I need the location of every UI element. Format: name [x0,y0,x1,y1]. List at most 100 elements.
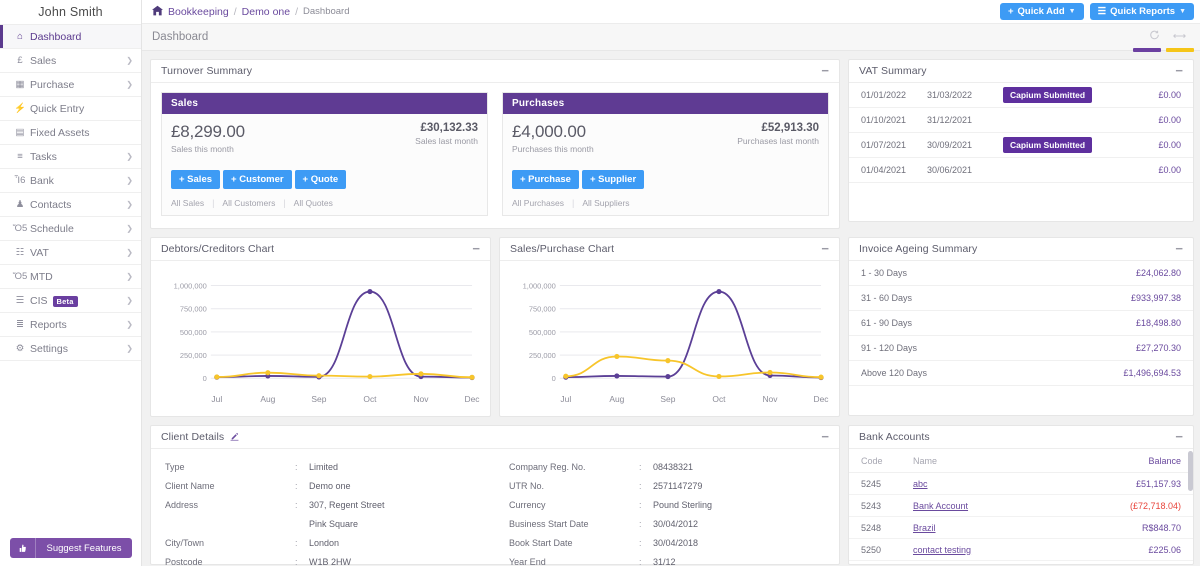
vat-row[interactable]: 01/10/2021 31/12/2021 £0.00 [849,108,1193,133]
bank-account-row[interactable]: 5245 abc £51,157.93 [849,473,1193,495]
chart-data-point[interactable] [214,374,220,380]
suggest-features-button[interactable]: Suggest Features [10,538,132,558]
plus-icon: + [1007,6,1014,17]
sidebar-item-bank[interactable]: Ἶ6 Bank ❯ [0,169,141,193]
sidebar-item-fixed-assets[interactable]: ▤ Fixed Assets [0,121,141,145]
chart-data-point[interactable] [665,358,671,364]
client-detail-colon: : [295,461,298,472]
edit-icon[interactable] [230,432,239,443]
x-axis-tick-label: Aug [609,394,624,404]
chart-data-point[interactable] [614,353,620,360]
sales-figures: £8,299.00 Sales this month £30,132.33 Sa… [171,122,478,154]
quick-reports-button[interactable]: ☰ Quick Reports ▼ [1089,3,1194,20]
collapse-icon[interactable]: − [821,64,829,77]
purchase-link-1[interactable]: All Suppliers [582,198,629,208]
invoice-ageing-row[interactable]: 61 - 90 Days £18,498.80 [849,311,1193,336]
top-bar: Bookkeeping / Demo one / Dashboard + Qui… [142,0,1200,24]
sidebar-item-dashboard[interactable]: ⌂ Dashboard [0,25,141,49]
bank-accounts-scrollbar[interactable] [1188,451,1193,491]
chart-data-point[interactable] [367,288,373,295]
refresh-icon[interactable] [1149,30,1160,44]
invoice-ageing-row[interactable]: Above 120 Days £1,496,694.53 [849,361,1193,386]
chart-data-point[interactable] [665,374,671,380]
bank-account-row[interactable]: 5250 contact testing £225.06 [849,539,1193,561]
sales-quote-button[interactable]: + Quote [294,170,347,189]
sidebar-item-sales[interactable]: £ Sales ❯ [0,49,141,73]
bank-account-row[interactable]: 5248 Brazil R$848.70 [849,517,1193,539]
chart-data-point[interactable] [614,373,620,379]
bank-account-code: 5245 [861,478,882,489]
collapse-icon[interactable]: − [1175,430,1183,443]
sidebar-item-quick-entry[interactable]: ⚡ Quick Entry [0,97,141,121]
chart-data-point[interactable] [716,288,722,295]
chart-data-point[interactable] [418,371,424,377]
bank-account-link[interactable]: abc [913,479,928,489]
collapse-icon[interactable]: − [821,430,829,443]
sidebar-item-schedule[interactable]: Ὄ5 Schedule ❯ [0,217,141,241]
suggest-features-label: Suggest Features [46,542,122,554]
vat-amount: £0.00 [1158,165,1181,175]
purchases-quick-links: All Purchases | All Suppliers [512,198,819,208]
quick-add-button[interactable]: + Quick Add ▼ [999,3,1084,20]
bank-account-name: abc [913,479,1136,489]
chart-data-point[interactable] [265,370,271,376]
dashboard-row-3: Client Details − Type: Limited Client Name… [150,425,1194,566]
vat-row[interactable]: 01/01/2022 31/03/2022 Capium Submitted £0.0… [849,83,1193,108]
chart-data-point[interactable] [818,374,824,380]
client-detail-colon: : [639,518,642,529]
sidebar-item-label: Purchase [30,78,75,91]
collapse-icon[interactable]: − [1175,242,1183,255]
chart-data-point[interactable] [367,374,373,380]
sales-link-1[interactable]: All Customers [222,198,275,208]
sidebar-item-vat[interactable]: ☷ VAT ❯ [0,241,141,265]
sales-customer-button[interactable]: + Customer [223,170,292,189]
invoice-ageing-card: Invoice Ageing Summary − 1 - 30 Days £24,… [848,237,1194,416]
chart-data-point[interactable] [716,373,722,379]
sidebar-item-settings[interactable]: ⚙ Settings ❯ [0,337,141,361]
invoice-ageing-row[interactable]: 31 - 60 Days £933,997.38 [849,286,1193,311]
collapse-icon[interactable]: − [821,242,829,255]
sales-sales-button[interactable]: + Sales [171,170,221,189]
invoice-ageing-row[interactable]: 1 - 30 Days £24,062.80 [849,261,1193,286]
sidebar-item-contacts[interactable]: ♟ Contacts ❯ [0,193,141,217]
bank-account-link[interactable]: Bank Account [913,501,968,511]
sidebar-item-purchase[interactable]: ▦ Purchase ❯ [0,73,141,97]
invoice-ageing-row[interactable]: 91 - 120 Days £27,270.30 [849,336,1193,361]
vat-row[interactable]: 01/04/2021 30/06/2021 £0.00 [849,158,1193,183]
purchase-link-0[interactable]: All Purchases [512,198,564,208]
turnover-summary-title: Turnover Summary [161,65,253,77]
sidebar-item-tasks[interactable]: ≡ Tasks ❯ [0,145,141,169]
breadcrumb-root[interactable]: Bookkeeping [168,6,229,18]
sales-link-0[interactable]: All Sales [171,198,204,208]
sidebar-item-reports[interactable]: ≣ Reports ❯ [0,313,141,337]
collapse-icon[interactable]: − [472,242,480,255]
bank-account-row[interactable]: 5243 Bank Account (£72,718.04) [849,495,1193,517]
chart-data-point[interactable] [767,369,773,376]
bank-account-link[interactable]: Brazil [913,523,936,533]
client-details-right-column: Company Reg. No.:08438321 UTR No.:2571147… [495,457,839,566]
chevron-right-icon: ❯ [126,176,133,185]
breadcrumb-client[interactable]: Demo one [242,6,290,18]
purchase-purchase-button[interactable]: + Purchase [512,170,579,189]
collapse-icon[interactable]: − [1175,64,1183,77]
bank-account-balance: (£72,718.04) [1129,500,1181,511]
sales-link-2[interactable]: All Quotes [294,198,333,208]
purchase-supplier-button[interactable]: + Supplier [581,170,645,189]
sidebar-item-mtd[interactable]: Ὄ5 MTD ❯ [0,265,141,289]
purchases-this-month-amount: £4,000.00 [512,122,586,141]
debtors-creditors-chart: 0 250,000 500,000 750,000 1,000,000 Jul Aug Sep… [174,282,480,405]
client-detail-colon: : [639,537,642,548]
breadcrumb-separator: / [233,5,237,18]
topbar-actions: + Quick Add ▼ ☰ Quick Reports ▼ [999,3,1194,20]
purchases-action-buttons: + Purchase + Supplier [512,170,819,189]
sidebar-item-cis[interactable]: ☰ CIS Beta ❯ [0,289,141,313]
chart-data-point[interactable] [563,373,569,379]
vat-row[interactable]: 01/07/2021 30/09/2021 Capium Submitted £0.0… [849,133,1193,158]
sidebar-item-label: CIS Beta [28,295,126,307]
chart-data-point[interactable] [469,374,475,380]
chevron-right-icon: ❯ [126,200,133,209]
chart-data-point[interactable] [316,373,322,379]
bank-account-link[interactable]: contact testing [913,545,971,555]
sales-purchase-chart-title: Sales/Purchase Chart [510,243,615,255]
expand-icon[interactable] [1173,31,1186,43]
